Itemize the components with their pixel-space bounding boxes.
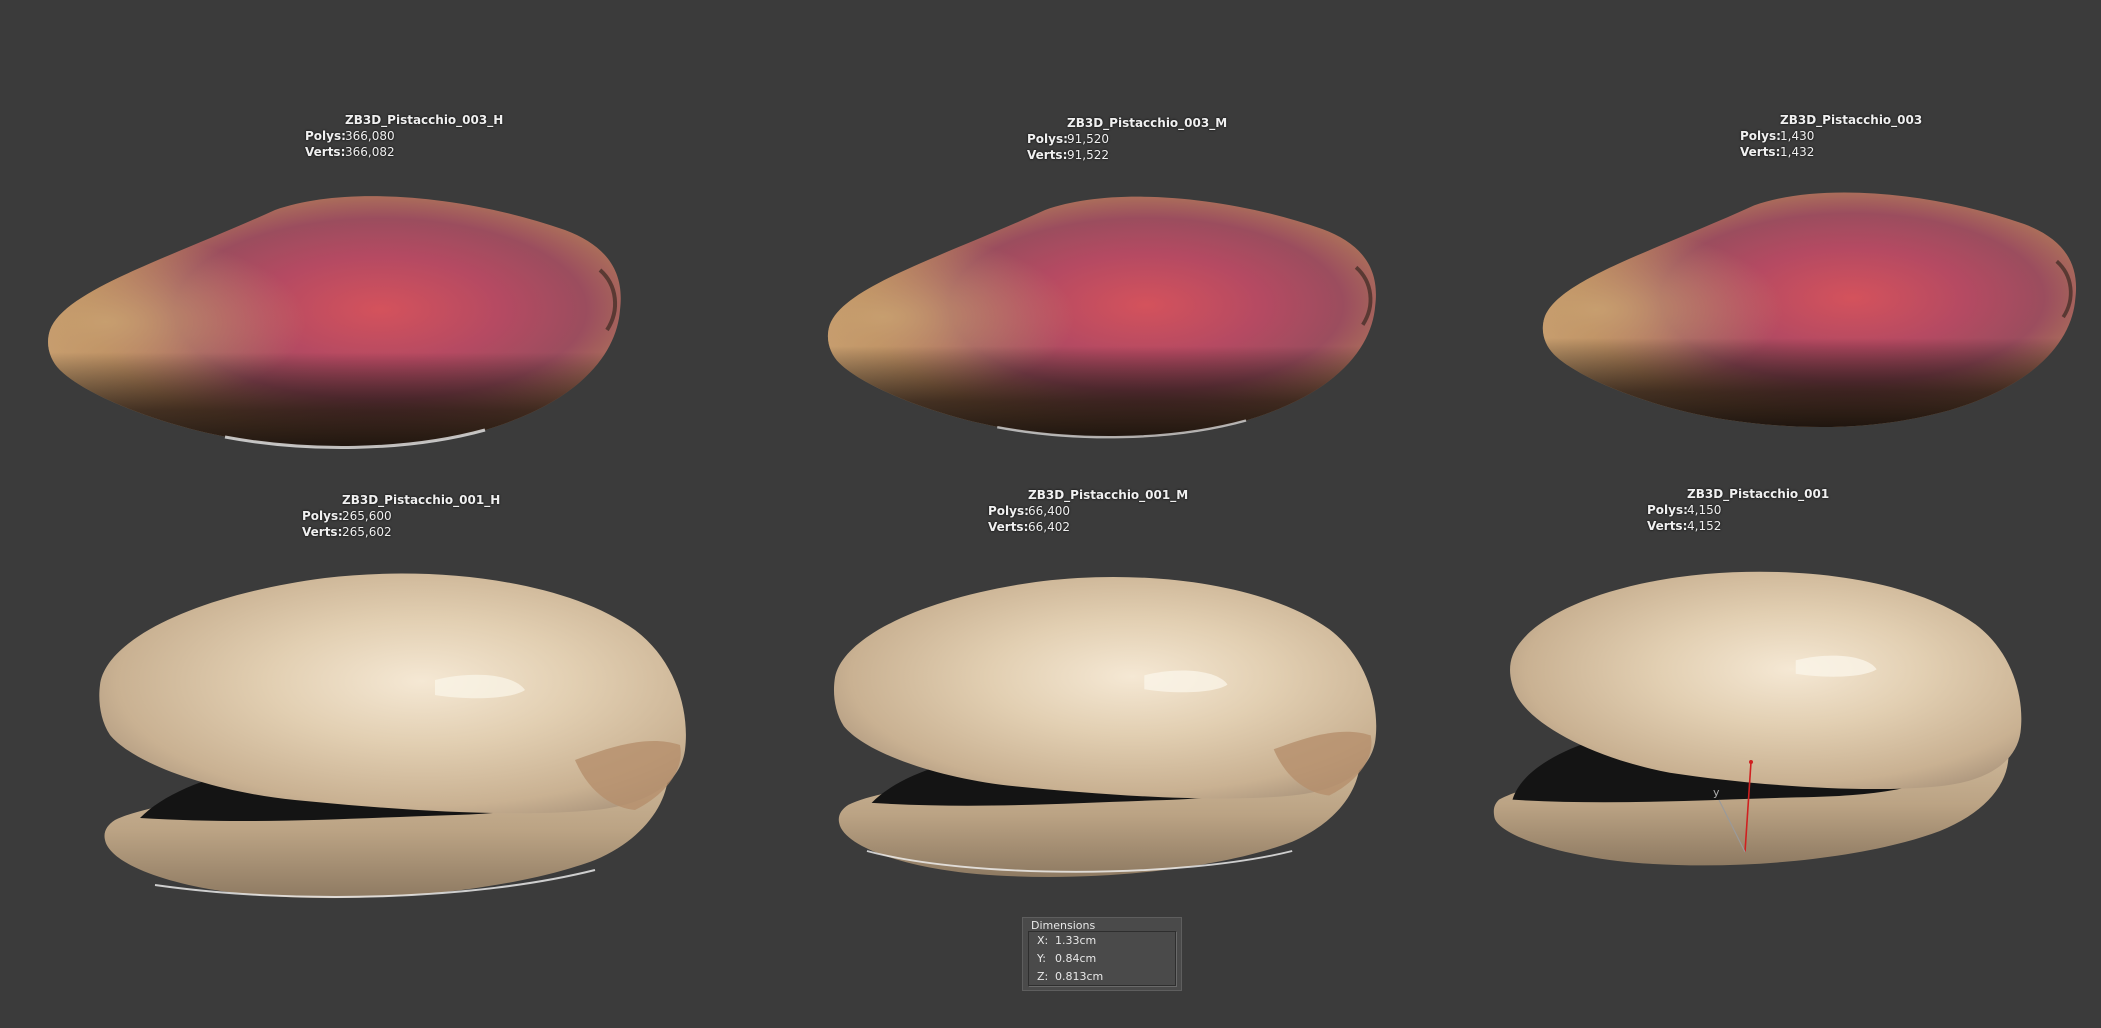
model-name: ZB3D_Pistacchio_003_H — [345, 113, 504, 127]
model-name: ZB3D_Pistacchio_003 — [1780, 113, 1923, 127]
verts-label: Verts: — [1740, 145, 1781, 159]
y-axis-line — [1718, 799, 1746, 853]
verts-label: Verts: — [305, 145, 346, 159]
model-kernel-high[interactable] — [45, 190, 625, 460]
verts-value: 66,402 — [1028, 520, 1070, 534]
polys-label: Polys: — [988, 504, 1029, 518]
model-name: ZB3D_Pistacchio_001 — [1687, 487, 1830, 501]
model-name: ZB3D_Pistacchio_001_H — [342, 493, 501, 507]
transform-gizmo[interactable]: y — [1705, 756, 1755, 856]
dimension-y-value: 0.84cm — [1055, 952, 1097, 965]
model-shell-low[interactable] — [1490, 556, 2025, 886]
polys-value: 91,520 — [1067, 132, 1109, 146]
dimension-z: Z: 0.813cm — [1037, 970, 1103, 983]
y-axis-label: y — [1713, 786, 1720, 799]
polys-label: Polys: — [305, 129, 346, 143]
verts-label: Verts: — [1027, 148, 1068, 162]
verts-label: Verts: — [302, 525, 343, 539]
verts-label: Verts: — [1647, 519, 1688, 533]
polys-value: 4,150 — [1687, 503, 1722, 517]
dimension-x-value: 1.33cm — [1055, 934, 1097, 947]
z-axis-line — [1744, 761, 1752, 853]
3d-viewport[interactable]: ZB3D_Pistacchio_003_H Polys: 366,080 Vert… — [0, 0, 2101, 1028]
polys-label: Polys: — [302, 509, 343, 523]
model-info-pistacchio-003: ZB3D_Pistacchio_003 Polys: 1,430 Verts: 1,… — [1740, 112, 1922, 160]
verts-value: 91,522 — [1067, 148, 1109, 162]
dimension-z-value: 0.813cm — [1055, 970, 1104, 983]
model-shell-high[interactable] — [95, 570, 690, 905]
model-name: ZB3D_Pistacchio_001_M — [1028, 488, 1189, 502]
dimension-x-label: X: — [1037, 934, 1049, 947]
polys-value: 66,400 — [1028, 504, 1070, 518]
gizmo-handle — [1749, 760, 1753, 764]
dimensions-panel: Dimensions X: 1.33cm Y: 0.84cm Z: 0.813cm — [1022, 917, 1182, 991]
model-info-pistacchio-001-m: ZB3D_Pistacchio_001_M Polys: 66,400 Verts… — [988, 487, 1188, 535]
model-kernel-low[interactable] — [1540, 180, 2080, 445]
polys-label: Polys: — [1740, 129, 1781, 143]
model-info-pistacchio-003-h: ZB3D_Pistacchio_003_H Polys: 366,080 Vert… — [305, 112, 503, 160]
verts-value: 1,432 — [1780, 145, 1815, 159]
dimension-z-label: Z: — [1037, 970, 1049, 983]
verts-value: 265,602 — [342, 525, 392, 539]
verts-value: 4,152 — [1687, 519, 1722, 533]
model-info-pistacchio-001: ZB3D_Pistacchio_001 Polys: 4,150 Verts: 4,… — [1647, 486, 1829, 534]
polys-value: 366,080 — [345, 129, 395, 143]
polys-value: 1,430 — [1780, 129, 1815, 143]
verts-label: Verts: — [988, 520, 1029, 534]
model-info-pistacchio-001-h: ZB3D_Pistacchio_001_H Polys: 265,600 Vert… — [302, 492, 500, 540]
polys-label: Polys: — [1647, 503, 1688, 517]
model-kernel-medium[interactable] — [825, 185, 1380, 455]
dimension-x: X: 1.33cm — [1037, 934, 1096, 947]
model-shell-medium[interactable] — [830, 566, 1380, 891]
polys-value: 265,600 — [342, 509, 392, 523]
model-info-pistacchio-003-m: ZB3D_Pistacchio_003_M Polys: 91,520 Verts… — [1027, 115, 1227, 163]
polys-label: Polys: — [1027, 132, 1068, 146]
verts-value: 366,082 — [345, 145, 395, 159]
dimension-y: Y: 0.84cm — [1037, 952, 1096, 965]
model-name: ZB3D_Pistacchio_003_M — [1067, 116, 1228, 130]
dimension-y-label: Y: — [1037, 952, 1046, 965]
